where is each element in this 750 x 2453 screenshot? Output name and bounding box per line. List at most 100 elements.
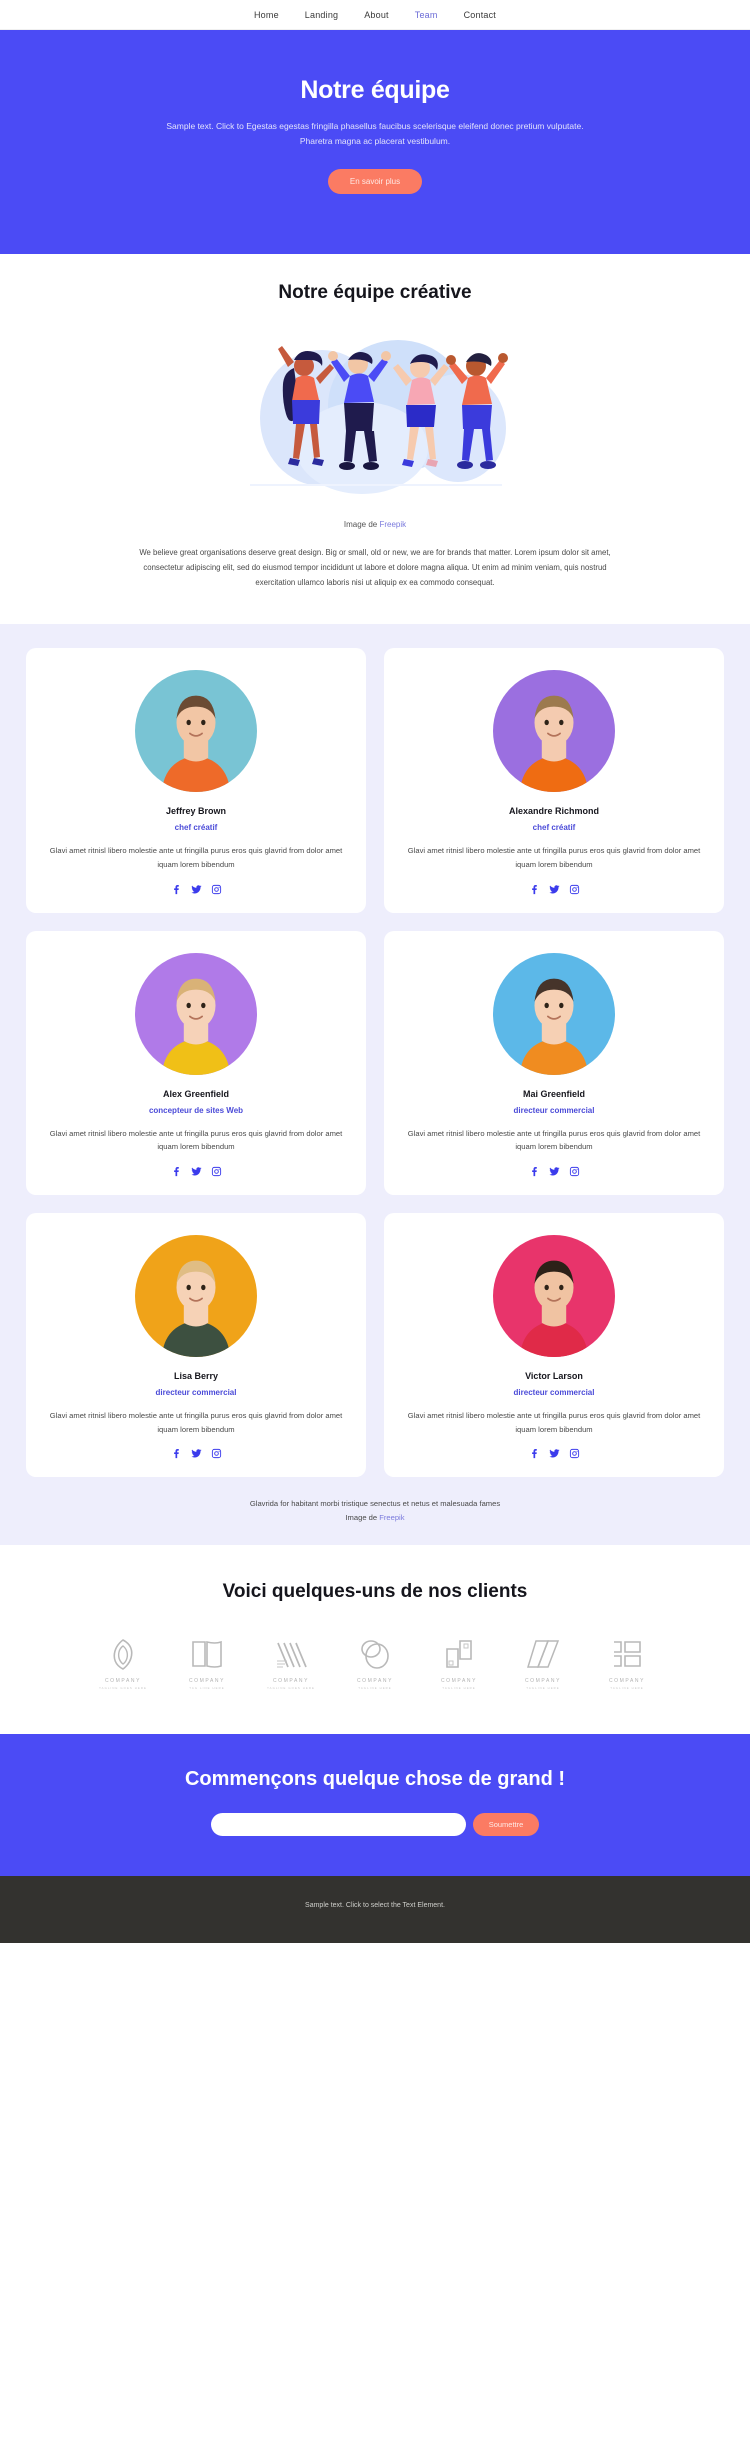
hero-title: Notre équipe [300,76,450,104]
credit-prefix-text: Image de [343,519,380,529]
member-name: Alexandre Richmond [508,806,600,817]
instagram-icon[interactable] [211,1166,222,1177]
footer-text: Sample text. Click to select the Text El… [305,1901,445,1909]
twitter-icon[interactable] [190,1166,202,1177]
cta-section: Commençons quelque chose de grand ! Soum… [0,1733,750,1876]
freepik-link[interactable]: Freepik [379,520,406,529]
illustration-credit: Image de Freepik [0,520,750,529]
team-member-card: Mai Greenfield directeur commercial Glavi … [384,930,724,1195]
creative-paragraph: We believe great organisations deserve g… [139,547,611,588]
member-name: Mai Greenfield [522,1088,585,1099]
client-logo-row: COMPANY TAGLINE GOES HERE COMPANY TAG LINE … [0,1637,750,1690]
avatar [135,670,257,793]
client-logo-tagline: TAGLINE HERE [610,1685,644,1690]
team-illustration [230,322,520,512]
instagram-icon[interactable] [211,884,222,895]
client-logo-name: COMPANY [356,1677,394,1684]
client-logo: COMPANY TAGLINE HERE [512,1637,574,1690]
member-role: chef créatif [174,823,218,833]
email-field[interactable] [210,1812,466,1836]
social-links [402,1166,706,1177]
avatar [135,952,257,1075]
facebook-icon[interactable] [171,1448,182,1459]
client-logo-name: COMPANY [272,1677,310,1684]
facebook-icon[interactable] [171,1166,182,1177]
member-name: Victor Larson [525,1370,583,1381]
facebook-icon[interactable] [529,1166,540,1177]
member-bio: Glavi amet ritnisl libero molestie ante … [49,1128,343,1152]
instagram-icon[interactable] [211,1448,222,1459]
bracket-blocks-mark [596,1637,658,1671]
page-footer: Sample text. Click to select the Text El… [0,1875,750,1943]
client-logo: COMPANY TAGLINE HERE [596,1637,658,1690]
facebook-icon[interactable] [171,884,182,895]
client-logo-tagline: TAGLINE HERE [526,1685,560,1690]
team-members-section: Jeffrey Brown chef créatif Glavi amet ritn… [0,624,750,1545]
squares-mark [428,1637,490,1671]
client-logo-name: COMPANY [608,1677,646,1684]
creative-team-section: Notre équipe créative Image de Freepik W… [0,253,750,625]
social-links [44,1448,348,1459]
footnote-credit-prefix: Image de [345,1512,380,1522]
social-links [402,1448,706,1459]
instagram-icon[interactable] [569,1166,580,1177]
freepik-link-footer[interactable]: Freepik [379,1513,404,1522]
submit-button[interactable]: Soumettre [472,1812,540,1836]
social-links [402,884,706,895]
team-member-card: Alex Greenfield concepteur de sites Web Gl… [26,930,366,1195]
client-logo-name: COMPANY [524,1677,562,1684]
hero-cta-button[interactable]: En savoir plus [327,168,423,194]
client-logo-tagline: TAGLINE HERE [442,1685,476,1690]
team-grid: Jeffrey Brown chef créatif Glavi amet ritn… [26,648,724,1478]
client-logo: COMPANY TAGLINE HERE [344,1637,406,1690]
team-member-card: Victor Larson directeur commercial Glavi a… [384,1212,724,1478]
nav-item-team[interactable]: Team [415,10,438,20]
creative-heading: Notre équipe créative [278,281,472,303]
client-logo: COMPANY TAGLINE GOES HERE [260,1637,322,1690]
client-logo: COMPANY TAG LINE HERE [176,1637,238,1690]
member-role: directeur commercial [513,1387,595,1397]
client-logo-name: COMPANY [188,1677,226,1684]
client-logo-tagline: TAGLINE GOES HERE [267,1685,315,1690]
member-bio: Glavi amet ritnisl libero molestie ante … [49,1410,343,1434]
double-circle-mark [344,1637,406,1671]
team-footnote-credit: Image de Freepik [26,1511,724,1525]
facebook-icon[interactable] [529,1448,540,1459]
member-bio: Glavi amet ritnisl libero molestie ante … [407,1410,701,1434]
client-logo: COMPANY TAGLINE HERE [428,1637,490,1690]
nav-item-contact[interactable]: Contact [464,10,496,20]
social-links [44,1166,348,1177]
clients-heading: Voici quelques-uns de nos clients [222,1580,528,1602]
member-role: directeur commercial [155,1387,237,1397]
twitter-icon[interactable] [548,884,560,895]
client-logo-tagline: TAGLINE GOES HERE [99,1685,147,1690]
member-bio: Glavi amet ritnisl libero molestie ante … [407,1128,701,1152]
avatar [493,670,615,793]
member-role: concepteur de sites Web [148,1105,244,1115]
nav-item-landing[interactable]: Landing [305,10,338,20]
instagram-icon[interactable] [569,1448,580,1459]
client-logo: COMPANY TAGLINE GOES HERE [92,1637,154,1690]
twitter-icon[interactable] [548,1166,560,1177]
team-footnote: Glavrida for habitant morbi tristique se… [26,1497,724,1524]
nav-item-home[interactable]: Home [254,10,279,20]
slash-lines-mark [512,1637,574,1671]
subscribe-form: Soumettre [0,1812,750,1836]
member-role: directeur commercial [513,1105,595,1115]
twitter-icon[interactable] [190,1448,202,1459]
member-name: Alex Greenfield [162,1088,230,1099]
client-logo-tagline: TAGLINE HERE [358,1685,392,1690]
team-member-card: Jeffrey Brown chef créatif Glavi amet ritn… [26,648,366,913]
instagram-icon[interactable] [569,884,580,895]
team-footnote-text: Glavrida for habitant morbi tristique se… [249,1499,501,1509]
member-name: Lisa Berry [173,1370,219,1381]
client-logo-name: COMPANY [104,1677,142,1684]
member-bio: Glavi amet ritnisl libero molestie ante … [407,846,701,870]
twitter-icon[interactable] [190,884,202,895]
avatar [135,1234,257,1357]
member-role: chef créatif [532,823,576,833]
team-member-card: Alexandre Richmond chef créatif Glavi amet… [384,648,724,913]
nav-item-about[interactable]: About [364,10,389,20]
twitter-icon[interactable] [548,1448,560,1459]
facebook-icon[interactable] [529,884,540,895]
